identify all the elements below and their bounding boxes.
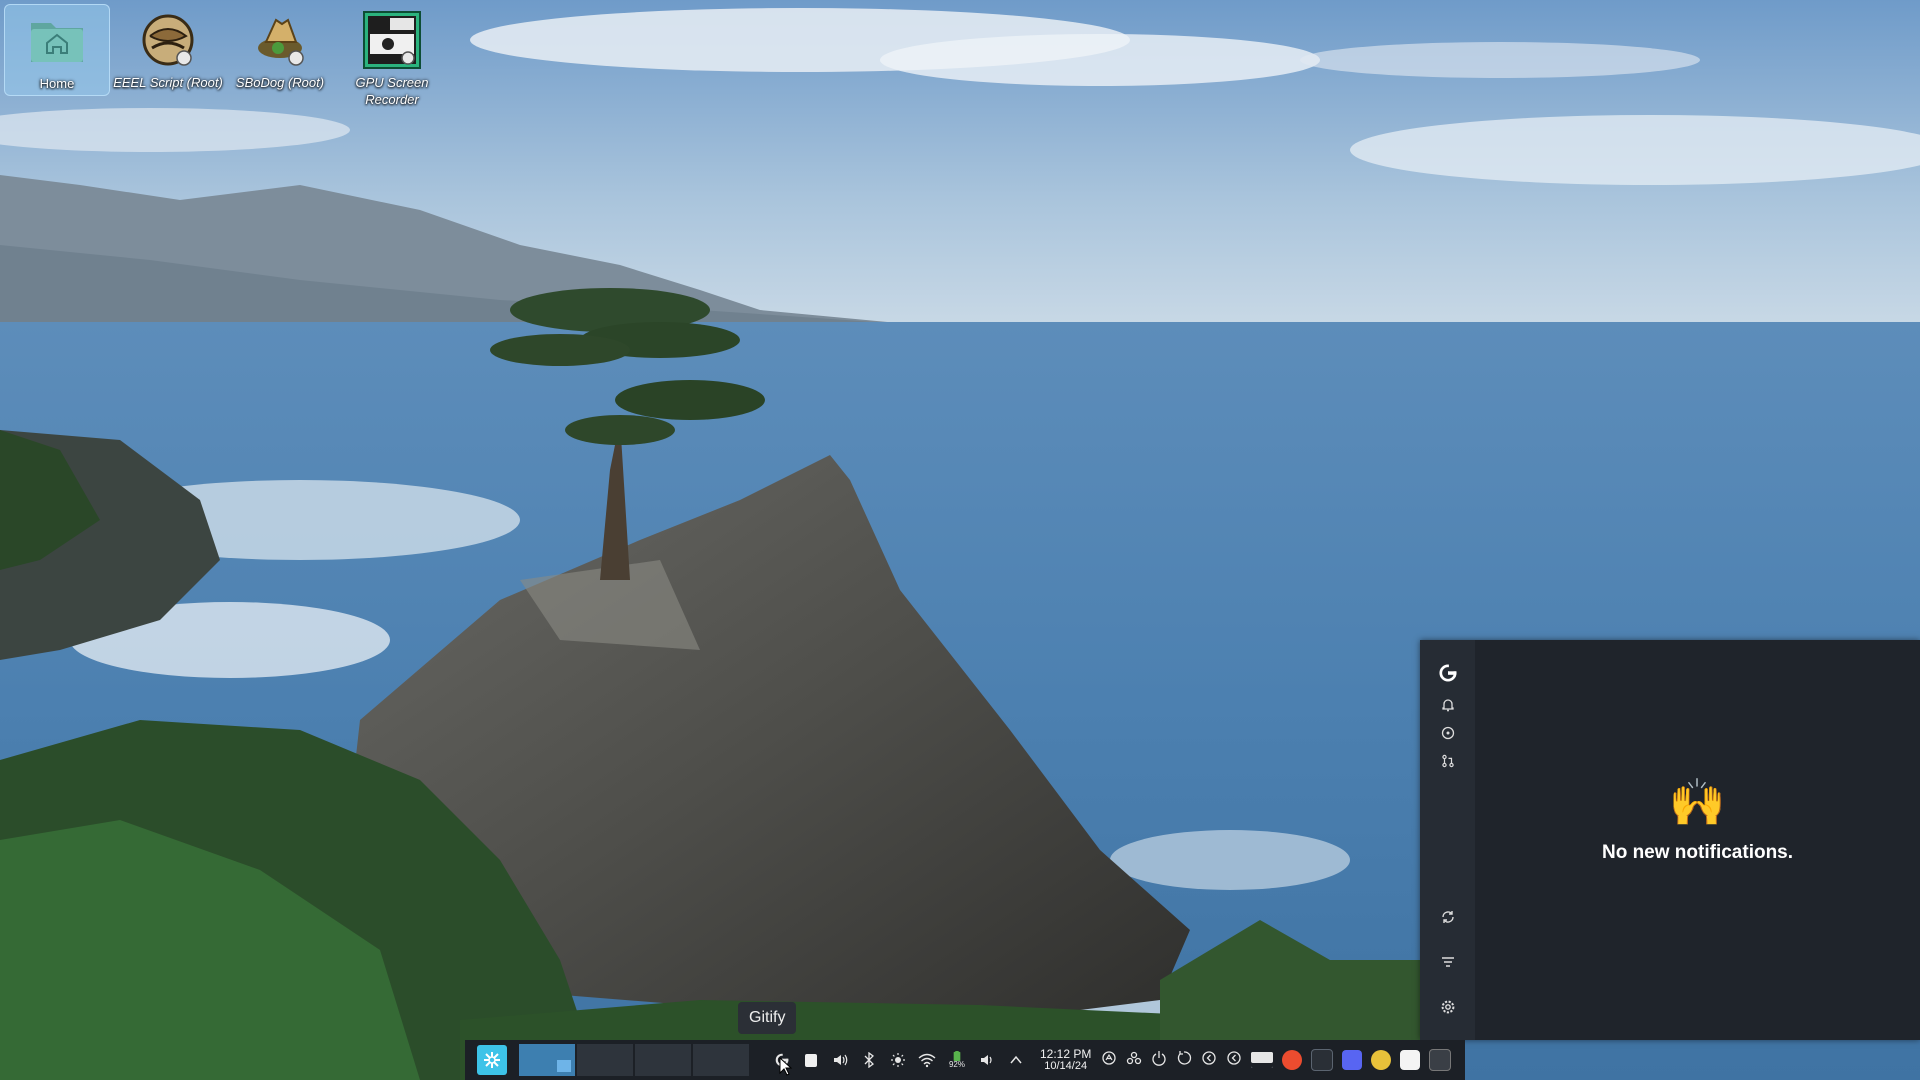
system-tray: 92% 12:12 PM 10/14/24 <box>773 1048 1095 1072</box>
gpu-recorder-icon <box>363 11 421 69</box>
terminal-app-icon[interactable] <box>1311 1049 1334 1071</box>
desktop-icon-sbodog[interactable]: SBoDog (Root) <box>228 4 332 94</box>
discord-app-icon[interactable] <box>1342 1050 1363 1070</box>
keyboard-layout-icon[interactable] <box>1101 1050 1117 1071</box>
back-circle-icon[interactable] <box>1201 1050 1217 1071</box>
pager-desktop-4[interactable] <box>693 1044 749 1076</box>
restart-icon[interactable] <box>1176 1050 1192 1071</box>
desktop-icon-gpu-screen-recorder[interactable]: GPU Screen Recorder <box>340 4 444 114</box>
desktop-icon-label: Home <box>39 76 75 91</box>
desktop-icon-home[interactable]: Home <box>4 4 110 96</box>
clipboard-icon[interactable] <box>802 1051 820 1069</box>
wifi-icon[interactable] <box>918 1051 936 1069</box>
empty-state-text: No new notifications. <box>1601 842 1794 863</box>
taskbar: 92% 12:12 PM 10/14/24 <box>465 1040 1465 1080</box>
notifications-empty-state: 🙌 No new notifications. <box>1475 640 1920 1040</box>
filter-icon[interactable] <box>1439 953 1457 971</box>
network-activity-icon[interactable] <box>1126 1050 1142 1071</box>
issues-icon[interactable] <box>1439 724 1457 742</box>
gitify-notifications-panel: 🙌 No new notifications. <box>1420 640 1920 1040</box>
firefox-app-icon[interactable] <box>1282 1050 1303 1070</box>
desktop-icon-label: GPU Screen Recorder <box>355 75 429 107</box>
battery-icon[interactable]: 92% <box>947 1051 967 1069</box>
pager-desktop-3[interactable] <box>635 1044 691 1076</box>
show-desktop-icon[interactable] <box>1251 1052 1274 1068</box>
gitify-logo-icon[interactable] <box>1438 664 1457 682</box>
pull-requests-icon[interactable] <box>1439 752 1457 770</box>
clock-time: 12:12 PM <box>1040 1047 1092 1061</box>
kde-logo-icon <box>484 1052 500 1068</box>
eel-icon <box>142 14 194 66</box>
pager-desktop-2[interactable] <box>577 1044 633 1076</box>
audio-volume-icon[interactable] <box>978 1051 996 1069</box>
refresh-icon[interactable] <box>1439 908 1457 926</box>
chevron-up-icon[interactable] <box>1007 1051 1025 1069</box>
power-icon[interactable] <box>1151 1050 1167 1071</box>
volume-icon[interactable] <box>831 1051 849 1069</box>
dog-icon <box>258 18 304 66</box>
notes-app-icon[interactable] <box>1400 1050 1421 1070</box>
virtual-desktop-pager <box>519 1044 749 1076</box>
mouse-cursor <box>779 1057 793 1076</box>
bluetooth-icon[interactable] <box>860 1051 878 1069</box>
taskbar-widgets-and-apps <box>1101 1049 1452 1071</box>
raised-hands-emoji: 🙌 <box>1668 776 1727 828</box>
desktop-icon-eeel-script[interactable]: EEEL Script (Root) <box>113 4 223 94</box>
brightness-icon[interactable] <box>889 1051 907 1069</box>
desktop-icon-label: SBoDog (Root) <box>235 75 325 90</box>
settings-gear-icon[interactable] <box>1439 998 1457 1016</box>
clock-date: 10/14/24 <box>1044 1060 1088 1072</box>
panel-sidebar <box>1420 640 1475 1040</box>
desktop-icon-label: EEEL Script (Root) <box>113 75 223 90</box>
tray-tooltip: Gitify <box>738 1002 797 1034</box>
text-editor-app-icon[interactable] <box>1429 1049 1452 1071</box>
application-launcher-button[interactable] <box>477 1045 507 1075</box>
home-folder-icon <box>31 23 83 62</box>
game-app-icon[interactable] <box>1371 1050 1392 1070</box>
digital-clock[interactable]: 12:12 PM 10/14/24 <box>1040 1048 1091 1072</box>
pager-desktop-1[interactable] <box>519 1044 575 1076</box>
back-circle-icon-2[interactable] <box>1226 1050 1242 1071</box>
bell-icon[interactable] <box>1439 696 1457 714</box>
battery-percent: 92% <box>948 1060 965 1069</box>
